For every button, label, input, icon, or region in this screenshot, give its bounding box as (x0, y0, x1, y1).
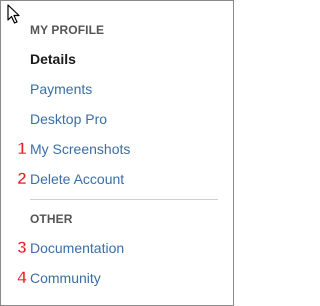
svg-text:4: 4 (17, 268, 27, 286)
sidebar-item-payments[interactable]: Payments (30, 81, 92, 97)
sidebar-item-documentation[interactable]: Documentation (30, 240, 124, 256)
profile-menu-panel: MY PROFILE Details Payments Desktop Pro … (0, 0, 234, 306)
svg-text:2: 2 (17, 169, 26, 187)
step-number-badge-1: 1 (17, 139, 27, 157)
sidebar-item-details[interactable]: Details (30, 51, 76, 67)
svg-text:1: 1 (17, 139, 26, 157)
step-number-badge-4: 4 (17, 268, 28, 286)
step-number-badge-3: 3 (17, 238, 27, 256)
step-number-badge-2: 2 (17, 169, 27, 187)
section-divider (30, 199, 218, 200)
sidebar-item-my-screenshots[interactable]: My Screenshots (30, 141, 130, 157)
mouse-pointer-icon (7, 4, 20, 24)
svg-text:3: 3 (17, 238, 26, 256)
sidebar-item-community[interactable]: Community (30, 270, 101, 286)
section-header-other: OTHER (30, 212, 73, 226)
sidebar-item-delete-account[interactable]: Delete Account (30, 171, 124, 187)
sidebar-item-desktop-pro[interactable]: Desktop Pro (30, 111, 107, 127)
section-header-my-profile: MY PROFILE (30, 23, 105, 37)
